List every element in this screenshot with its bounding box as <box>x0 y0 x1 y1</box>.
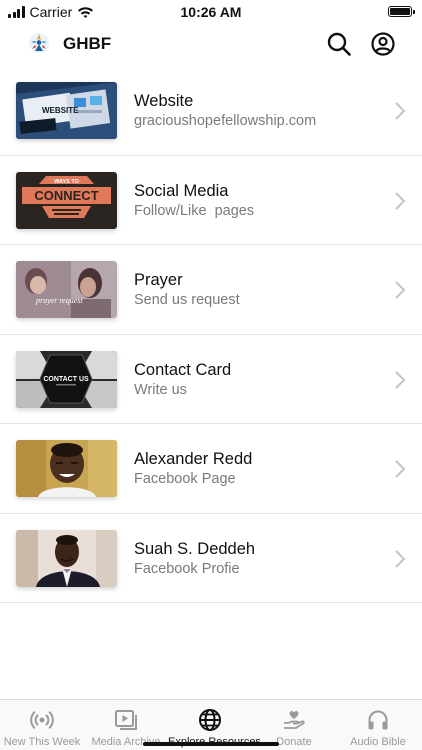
resource-row-suah-deddeh[interactable]: Suah S. Deddeh Facebook Profie <box>0 514 422 603</box>
resource-subtitle: Send us request <box>134 292 240 308</box>
app-header: GHBF <box>0 24 422 64</box>
resource-subtitle: Facebook Page <box>134 471 236 487</box>
resource-subtitle: gracioushopefellowship.com <box>134 113 317 129</box>
resource-title: Website <box>134 92 194 110</box>
app-title: GHBF <box>63 34 112 53</box>
website-thumbnail: WEBSITE <box>16 82 117 139</box>
resource-title: Suah S. Deddeh <box>134 539 256 558</box>
broadcast-icon <box>30 711 54 729</box>
chevron-right-icon <box>395 191 406 210</box>
clock: 10:26 AM <box>180 4 242 20</box>
chevron-right-icon <box>395 549 406 568</box>
resource-row-social-media[interactable]: WAYS TO CONNECT Social Media Follow/Like… <box>0 156 422 245</box>
resource-row-prayer[interactable]: prayer request Prayer Send us request <box>0 245 422 335</box>
resource-title: Contact Card <box>134 360 232 379</box>
resource-row-website[interactable]: WEBSITE Website gracioushopefellowship.c… <box>0 66 422 156</box>
resource-subtitle: Write us <box>134 381 187 398</box>
resource-row-contact-card[interactable]: CONTACT US Contact Card Write us <box>0 335 422 424</box>
resource-title: Alexander Redd <box>134 450 253 468</box>
prayer-thumbnail: prayer request <box>16 261 117 318</box>
user-circle-icon[interactable] <box>370 31 396 57</box>
battery-icon <box>388 6 415 17</box>
tab-audio-bible[interactable]: Audio Bible <box>336 700 420 750</box>
headphones-icon <box>368 710 388 730</box>
contact-card-thumbnail: CONTACT US <box>16 350 117 408</box>
search-icon[interactable] <box>326 31 352 57</box>
resource-title: Prayer <box>134 271 183 289</box>
resource-list: WEBSITE Website gracioushopefellowship.c… <box>0 66 422 603</box>
globe-icon <box>199 709 221 731</box>
chevron-right-icon <box>395 281 406 299</box>
prayer-thumb-text: prayer request <box>35 296 83 305</box>
tab-label: New This Week <box>3 736 81 748</box>
tab-new-this-week[interactable]: New This Week <box>0 700 84 750</box>
social-thumb-caption: WAYS TO <box>54 179 79 185</box>
status-bar: Carrier 10:26 AM <box>0 0 422 24</box>
resource-subtitle: Follow/Like pages <box>134 202 255 219</box>
donate-hand-icon <box>284 710 305 729</box>
social-thumb-text: CONNECT <box>34 188 98 203</box>
play-library-icon <box>115 710 137 730</box>
chevron-right-icon <box>395 460 406 478</box>
contact-thumb-text: CONTACT US <box>43 376 89 383</box>
chevron-right-icon <box>395 370 406 389</box>
church-logo-icon <box>29 33 49 53</box>
social-media-thumbnail: WAYS TO CONNECT <box>16 171 117 229</box>
resource-title: Social Media <box>134 181 229 200</box>
alexander-redd-photo <box>16 440 117 497</box>
chevron-right-icon <box>395 102 406 120</box>
suah-deddeh-photo <box>16 529 117 587</box>
resource-row-alexander-redd[interactable]: Alexander Redd Facebook Page <box>0 424 422 514</box>
website-thumb-text: WEBSITE <box>42 106 79 115</box>
tab-label: Audio Bible <box>350 736 406 748</box>
home-indicator <box>143 742 279 746</box>
resource-subtitle: Facebook Profie <box>134 560 240 577</box>
